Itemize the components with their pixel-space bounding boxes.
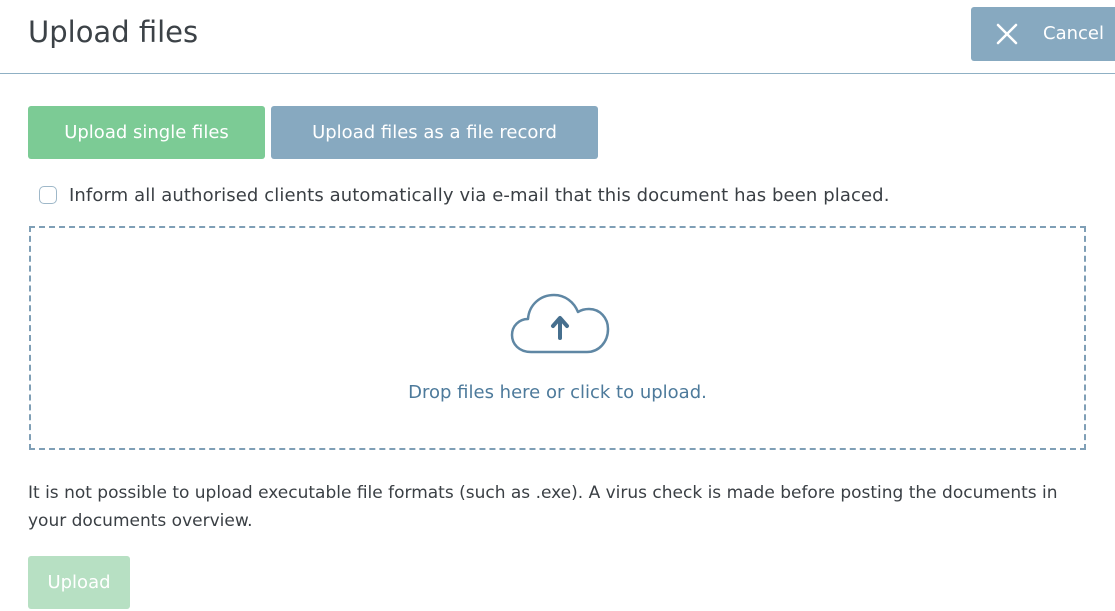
file-dropzone[interactable]: Drop files here or click to upload. bbox=[29, 226, 1086, 450]
upload-button[interactable]: Upload bbox=[28, 556, 130, 609]
upload-files-dialog: Upload files Cancel Upload single files … bbox=[0, 0, 1115, 611]
upload-file-record-button[interactable]: Upload files as a file record bbox=[271, 106, 598, 159]
notify-clients-checkbox[interactable] bbox=[39, 186, 57, 204]
dropzone-text[interactable]: Drop files here or click to upload. bbox=[31, 382, 1084, 403]
cloud-upload-icon bbox=[510, 293, 610, 354]
dialog-header: Upload files Cancel bbox=[0, 0, 1115, 74]
notify-clients-option: Inform all authorised clients automatica… bbox=[39, 182, 890, 208]
upload-single-files-button[interactable]: Upload single files bbox=[28, 106, 265, 159]
page-title: Upload files bbox=[28, 15, 199, 49]
cancel-button-label: Cancel bbox=[1043, 23, 1104, 44]
notify-clients-label[interactable]: Inform all authorised clients automatica… bbox=[69, 185, 890, 206]
upload-info-text: It is not possible to upload executable … bbox=[28, 483, 1058, 531]
cancel-button[interactable]: Cancel bbox=[971, 7, 1115, 61]
close-icon bbox=[996, 23, 1018, 45]
